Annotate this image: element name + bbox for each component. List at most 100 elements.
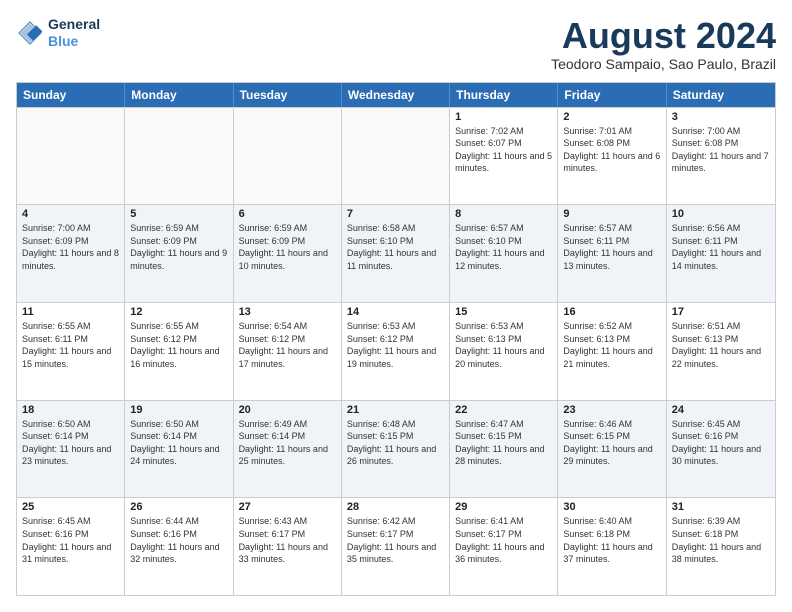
- day-number: 29: [455, 501, 552, 513]
- day-number: 14: [347, 306, 444, 318]
- calendar-cell: 14 Sunrise: 6:53 AM Sunset: 6:12 PM Dayli…: [342, 303, 450, 400]
- calendar-row: 25Sunrise: 6:45 AM Sunset: 6:16 PM Dayli…: [17, 497, 775, 595]
- calendar-cell: 6 Sunrise: 6:59 AM Sunset: 6:09 PM Daylig…: [234, 205, 342, 302]
- day-number: 27: [239, 501, 336, 513]
- day-number: 22: [455, 404, 552, 416]
- day-number: 18: [22, 404, 119, 416]
- calendar-cell: 8Sunrise: 6:57 AM Sunset: 6:10 PM Daylig…: [450, 205, 558, 302]
- calendar-body: 1Sunrise: 7:02 AM Sunset: 6:07 PM Daylig…: [17, 107, 775, 595]
- calendar-cell: 29Sunrise: 6:41 AM Sunset: 6:17 PM Dayli…: [450, 498, 558, 595]
- calendar-cell: 28Sunrise: 6:42 AM Sunset: 6:17 PM Dayli…: [342, 498, 450, 595]
- calendar-cell: 23 Sunrise: 6:46 AM Sunset: 6:15 PM Dayli…: [558, 401, 666, 498]
- cell-details: Sunrise: 6:40 AM Sunset: 6:18 PM Dayligh…: [563, 515, 660, 565]
- day-number: 10: [672, 208, 770, 220]
- subtitle: Teodoro Sampaio, Sao Paulo, Brazil: [551, 56, 776, 72]
- cell-details: Sunrise: 7:00 AM Sunset: 6:08 PM Dayligh…: [672, 125, 770, 175]
- day-number: 7: [347, 208, 444, 220]
- calendar-cell: 15Sunrise: 6:53 AM Sunset: 6:13 PM Dayli…: [450, 303, 558, 400]
- calendar-cell: 11 Sunrise: 6:55 AM Sunset: 6:11 PM Dayli…: [17, 303, 125, 400]
- day-number: 30: [563, 501, 660, 513]
- cell-details: Sunrise: 6:45 AM Sunset: 6:16 PM Dayligh…: [22, 515, 119, 565]
- logo-line2: Blue: [48, 33, 100, 50]
- calendar-cell: 1Sunrise: 7:02 AM Sunset: 6:07 PM Daylig…: [450, 108, 558, 205]
- logo-icon: [16, 19, 44, 47]
- calendar-cell: 27Sunrise: 6:43 AM Sunset: 6:17 PM Dayli…: [234, 498, 342, 595]
- cell-details: Sunrise: 6:54 AM Sunset: 6:12 PM Dayligh…: [239, 320, 336, 370]
- cell-details: Sunrise: 6:50 AM Sunset: 6:14 PM Dayligh…: [130, 418, 227, 468]
- cell-details: Sunrise: 6:53 AM Sunset: 6:12 PM Dayligh…: [347, 320, 444, 370]
- calendar-cell: 5 Sunrise: 6:59 AM Sunset: 6:09 PM Daylig…: [125, 205, 233, 302]
- cell-details: Sunrise: 6:53 AM Sunset: 6:13 PM Dayligh…: [455, 320, 552, 370]
- calendar-cell: 7 Sunrise: 6:58 AM Sunset: 6:10 PM Daylig…: [342, 205, 450, 302]
- day-number: 16: [563, 306, 660, 318]
- cell-details: Sunrise: 6:56 AM Sunset: 6:11 PM Dayligh…: [672, 222, 770, 272]
- cell-details: Sunrise: 6:57 AM Sunset: 6:11 PM Dayligh…: [563, 222, 660, 272]
- calendar-cell: 3 Sunrise: 7:00 AM Sunset: 6:08 PM Daylig…: [667, 108, 775, 205]
- cell-details: Sunrise: 6:52 AM Sunset: 6:13 PM Dayligh…: [563, 320, 660, 370]
- day-number: 28: [347, 501, 444, 513]
- day-number: 20: [239, 404, 336, 416]
- day-number: 19: [130, 404, 227, 416]
- calendar: SundayMondayTuesdayWednesdayThursdayFrid…: [16, 82, 776, 596]
- calendar-row: 11 Sunrise: 6:55 AM Sunset: 6:11 PM Dayli…: [17, 302, 775, 400]
- calendar-cell: 9Sunrise: 6:57 AM Sunset: 6:11 PM Daylig…: [558, 205, 666, 302]
- cell-details: Sunrise: 6:59 AM Sunset: 6:09 PM Dayligh…: [130, 222, 227, 272]
- cell-details: Sunrise: 6:49 AM Sunset: 6:14 PM Dayligh…: [239, 418, 336, 468]
- cell-details: Sunrise: 6:51 AM Sunset: 6:13 PM Dayligh…: [672, 320, 770, 370]
- cell-details: Sunrise: 6:50 AM Sunset: 6:14 PM Dayligh…: [22, 418, 119, 468]
- day-number: 11: [22, 306, 119, 318]
- day-number: 3: [672, 111, 770, 123]
- day-number: 26: [130, 501, 227, 513]
- month-title: August 2024: [551, 16, 776, 56]
- day-number: 8: [455, 208, 552, 220]
- logo-line1: General: [48, 16, 100, 33]
- calendar-cell: [125, 108, 233, 205]
- calendar-cell: 2 Sunrise: 7:01 AM Sunset: 6:08 PM Daylig…: [558, 108, 666, 205]
- cell-details: Sunrise: 6:48 AM Sunset: 6:15 PM Dayligh…: [347, 418, 444, 468]
- calendar-cell: 24Sunrise: 6:45 AM Sunset: 6:16 PM Dayli…: [667, 401, 775, 498]
- calendar-header-cell: Sunday: [17, 83, 125, 107]
- cell-details: Sunrise: 6:39 AM Sunset: 6:18 PM Dayligh…: [672, 515, 770, 565]
- header: General Blue August 2024 Teodoro Sampaio…: [16, 16, 776, 72]
- calendar-cell: 26 Sunrise: 6:44 AM Sunset: 6:16 PM Dayli…: [125, 498, 233, 595]
- calendar-cell: 12Sunrise: 6:55 AM Sunset: 6:12 PM Dayli…: [125, 303, 233, 400]
- logo: General Blue: [16, 16, 100, 50]
- day-number: 21: [347, 404, 444, 416]
- day-number: 23: [563, 404, 660, 416]
- cell-details: Sunrise: 6:59 AM Sunset: 6:09 PM Dayligh…: [239, 222, 336, 272]
- calendar-header-cell: Wednesday: [342, 83, 450, 107]
- calendar-header-cell: Monday: [125, 83, 233, 107]
- calendar-row: 1Sunrise: 7:02 AM Sunset: 6:07 PM Daylig…: [17, 107, 775, 205]
- cell-details: Sunrise: 7:01 AM Sunset: 6:08 PM Dayligh…: [563, 125, 660, 175]
- day-number: 5: [130, 208, 227, 220]
- cell-details: Sunrise: 6:44 AM Sunset: 6:16 PM Dayligh…: [130, 515, 227, 565]
- calendar-cell: [17, 108, 125, 205]
- calendar-cell: 20 Sunrise: 6:49 AM Sunset: 6:14 PM Dayli…: [234, 401, 342, 498]
- calendar-header: SundayMondayTuesdayWednesdayThursdayFrid…: [17, 83, 775, 107]
- page: General Blue August 2024 Teodoro Sampaio…: [0, 0, 792, 612]
- logo-text: General Blue: [48, 16, 100, 50]
- day-number: 17: [672, 306, 770, 318]
- cell-details: Sunrise: 7:00 AM Sunset: 6:09 PM Dayligh…: [22, 222, 119, 272]
- day-number: 4: [22, 208, 119, 220]
- calendar-cell: 13 Sunrise: 6:54 AM Sunset: 6:12 PM Dayli…: [234, 303, 342, 400]
- day-number: 6: [239, 208, 336, 220]
- calendar-cell: 31 Sunrise: 6:39 AM Sunset: 6:18 PM Dayli…: [667, 498, 775, 595]
- calendar-cell: 19 Sunrise: 6:50 AM Sunset: 6:14 PM Dayli…: [125, 401, 233, 498]
- calendar-cell: [342, 108, 450, 205]
- day-number: 24: [672, 404, 770, 416]
- calendar-cell: 22Sunrise: 6:47 AM Sunset: 6:15 PM Dayli…: [450, 401, 558, 498]
- title-section: August 2024 Teodoro Sampaio, Sao Paulo, …: [551, 16, 776, 72]
- day-number: 13: [239, 306, 336, 318]
- calendar-cell: 17 Sunrise: 6:51 AM Sunset: 6:13 PM Dayli…: [667, 303, 775, 400]
- calendar-header-cell: Tuesday: [234, 83, 342, 107]
- cell-details: Sunrise: 7:02 AM Sunset: 6:07 PM Dayligh…: [455, 125, 552, 175]
- calendar-cell: 16 Sunrise: 6:52 AM Sunset: 6:13 PM Dayli…: [558, 303, 666, 400]
- day-number: 31: [672, 501, 770, 513]
- cell-details: Sunrise: 6:58 AM Sunset: 6:10 PM Dayligh…: [347, 222, 444, 272]
- cell-details: Sunrise: 6:46 AM Sunset: 6:15 PM Dayligh…: [563, 418, 660, 468]
- day-number: 12: [130, 306, 227, 318]
- cell-details: Sunrise: 6:55 AM Sunset: 6:11 PM Dayligh…: [22, 320, 119, 370]
- day-number: 2: [563, 111, 660, 123]
- calendar-row: 4 Sunrise: 7:00 AM Sunset: 6:09 PM Daylig…: [17, 204, 775, 302]
